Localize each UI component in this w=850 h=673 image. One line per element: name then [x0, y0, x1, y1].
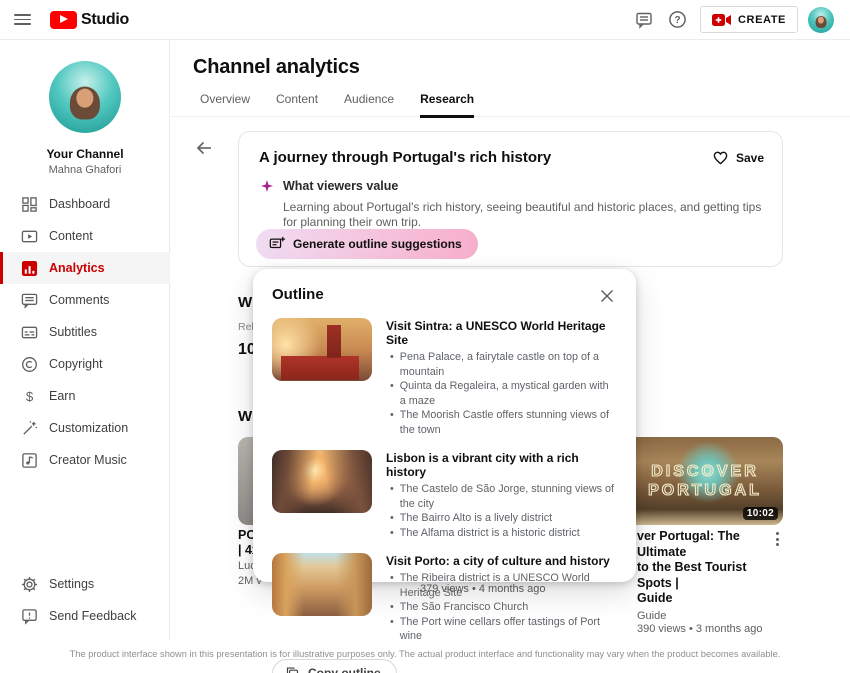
- channel-name: Your Channel: [46, 147, 124, 161]
- sidebar-bottom-menu: Settings Send Feedback: [0, 568, 170, 632]
- customization-icon: [20, 419, 38, 437]
- sidebar-item-dashboard[interactable]: Dashboard: [0, 188, 170, 220]
- page-title: Channel analytics: [193, 56, 360, 78]
- generate-outline-label: Generate outline suggestions: [293, 237, 462, 251]
- sintra-thumbnail: [272, 318, 372, 381]
- lisbon-thumbnail: [272, 450, 372, 513]
- send-feedback-icon[interactable]: [632, 8, 656, 32]
- sidebar: Your Channel Mahna Ghafori Dashboard Con…: [0, 40, 170, 640]
- insight-label: What viewers value: [283, 179, 399, 193]
- generate-outline-icon: [269, 236, 285, 249]
- content-icon: [20, 227, 38, 245]
- sidebar-item-comments[interactable]: Comments: [0, 284, 170, 316]
- save-button[interactable]: Save: [712, 149, 764, 166]
- sidebar-menu: Dashboard Content Analytics Comments Sub…: [0, 188, 170, 476]
- research-idea-card: A journey through Portugal's rich histor…: [238, 131, 783, 267]
- analytics-tabs: Overview Content Audience Research: [200, 92, 475, 118]
- gear-icon: [20, 575, 38, 593]
- insight-text: Learning about Portugal's rich history, …: [283, 200, 762, 229]
- outline-item-lisbon: Lisbon is a vibrant city with a rich his…: [272, 450, 616, 540]
- close-icon[interactable]: [598, 287, 616, 305]
- sidebar-item-send-feedback[interactable]: Send Feedback: [0, 600, 170, 632]
- copy-icon: [286, 667, 299, 673]
- create-camera-icon: [711, 13, 731, 26]
- duration-badge: 10:02: [742, 507, 778, 520]
- back-arrow-icon[interactable]: [195, 139, 213, 157]
- heart-icon: [713, 151, 728, 165]
- sidebar-item-copyright[interactable]: Copyright: [0, 348, 170, 380]
- outline-popup: Outline Visit Sintra: a UNESCO World Her…: [253, 269, 636, 673]
- account-avatar[interactable]: [808, 6, 834, 33]
- top-bar: Studio ? CREATE: [0, 0, 850, 40]
- outline-item-sintra: Visit Sintra: a UNESCO World Heritage Si…: [272, 318, 616, 437]
- help-icon[interactable]: ?: [666, 8, 690, 32]
- sidebar-item-creator-music[interactable]: Creator Music: [0, 444, 170, 476]
- video-thumbnail-discover-portugal[interactable]: DISCOVER PORTUGAL 10:02: [627, 437, 783, 525]
- analytics-icon: [20, 259, 38, 277]
- create-button-label: CREATE: [737, 13, 786, 26]
- earn-icon: $: [20, 387, 38, 405]
- dashboard-icon: [20, 195, 38, 213]
- generate-outline-button[interactable]: Generate outline suggestions: [256, 229, 478, 259]
- feedback-icon: [20, 607, 38, 625]
- video-options-kebab-icon[interactable]: [770, 531, 784, 547]
- tab-overview[interactable]: Overview: [200, 92, 250, 118]
- creator-music-icon: [20, 451, 38, 469]
- sidebar-item-content[interactable]: Content: [0, 220, 170, 252]
- sidebar-item-settings[interactable]: Settings: [0, 568, 170, 600]
- channel-avatar[interactable]: [49, 61, 121, 133]
- sidebar-item-customization[interactable]: Customization: [0, 412, 170, 444]
- copyright-icon: [20, 355, 38, 373]
- tab-audience[interactable]: Audience: [344, 92, 394, 118]
- tab-content[interactable]: Content: [276, 92, 318, 118]
- sidebar-item-subtitles[interactable]: Subtitles: [0, 316, 170, 348]
- porto-thumbnail: [272, 553, 372, 616]
- idea-title: A journey through Portugal's rich histor…: [259, 149, 552, 166]
- youtube-play-icon: [50, 10, 77, 29]
- youtube-studio-app: Studio ? CREATE Your Channel Mahna Ghafo…: [0, 0, 850, 673]
- save-label: Save: [735, 150, 764, 165]
- subtitles-icon: [20, 323, 38, 341]
- channel-owner: Mahna Ghafori: [48, 164, 122, 176]
- create-button[interactable]: CREATE: [699, 6, 798, 33]
- tab-research[interactable]: Research: [420, 92, 475, 118]
- svg-text:?: ?: [675, 15, 681, 26]
- sidebar-item-earn[interactable]: $ Earn: [0, 380, 170, 412]
- video-card-right[interactable]: ver Portugal: The Ultimate to the Best T…: [637, 529, 769, 635]
- brand-name: Studio: [81, 10, 129, 28]
- copy-outline-label: Copy outline: [308, 666, 381, 673]
- comments-icon: [20, 291, 38, 309]
- youtube-studio-logo[interactable]: Studio: [50, 10, 129, 29]
- outline-popup-title: Outline: [272, 286, 324, 303]
- svg-text:$: $: [25, 389, 33, 404]
- outline-item-porto: Visit Porto: a city of culture and histo…: [272, 553, 616, 644]
- topbar-actions: ? CREATE: [632, 6, 834, 33]
- sparkle-icon: [261, 180, 273, 192]
- sidebar-item-analytics[interactable]: Analytics: [0, 252, 170, 284]
- copy-outline-button[interactable]: Copy outline: [272, 658, 397, 673]
- hamburger-menu-icon[interactable]: [14, 10, 34, 30]
